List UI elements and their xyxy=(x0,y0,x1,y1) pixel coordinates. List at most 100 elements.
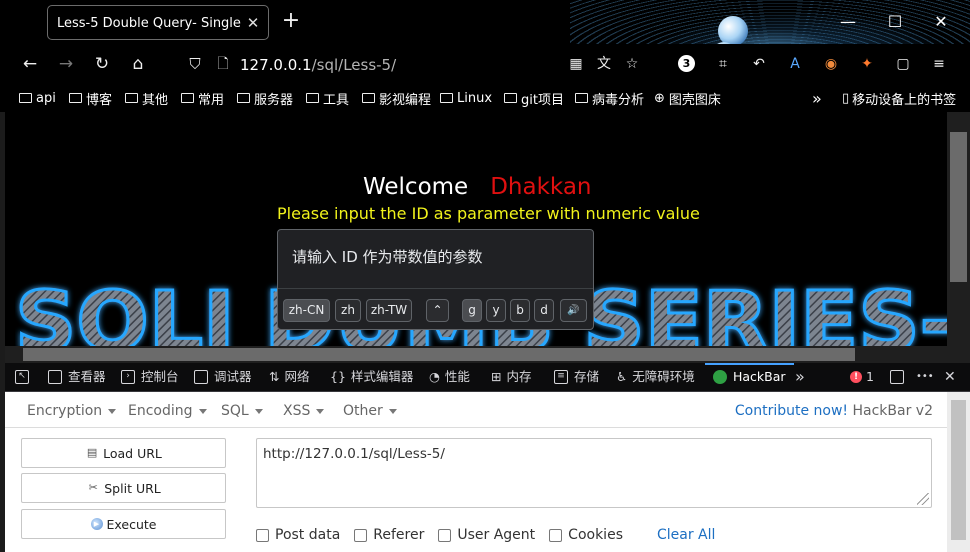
lang-zh-cn-button[interactable]: zh-CN xyxy=(283,299,330,322)
user-agent-checkbox[interactable]: User Agent xyxy=(438,527,535,543)
tabs-overflow-icon[interactable]: » xyxy=(795,363,805,391)
hackbar-scrollbar[interactable] xyxy=(947,392,970,552)
bookmark-malware-analysis[interactable]: 病毒分析 xyxy=(575,90,644,108)
lang-zh-tw-button[interactable]: zh-TW xyxy=(366,299,412,322)
url-path: /sql/Less-5/ xyxy=(311,56,397,74)
undo-icon[interactable]: ↶ xyxy=(748,53,770,75)
chevron-up-icon[interactable]: ⌃ xyxy=(426,299,449,322)
console-icon: › xyxy=(121,370,135,384)
qr-code-icon[interactable]: ▦ xyxy=(565,53,587,75)
translate-popup: 请输入 ID 作为带数值的参数 zh-CN zh zh-TW ⌃ g y b d… xyxy=(277,229,594,330)
bookmark-tools[interactable]: 工具 xyxy=(306,90,349,108)
folder-icon xyxy=(575,93,588,103)
page-horizontal-scrollbar[interactable] xyxy=(5,346,970,363)
tab-memory[interactable]: ⊞ 内存 xyxy=(491,363,532,391)
url-textarea[interactable]: http://127.0.0.1/sql/Less-5/ xyxy=(256,438,932,508)
bookmark-git-projects[interactable]: git项目 xyxy=(504,90,564,108)
tab-network[interactable]: ⇅ 网络 xyxy=(269,363,310,391)
dock-icon[interactable] xyxy=(890,363,910,391)
resize-grip-icon[interactable] xyxy=(917,493,929,505)
new-tab-button[interactable]: + xyxy=(280,10,302,32)
forward-arrow-icon[interactable]: → xyxy=(55,53,77,75)
menu-encoding[interactable]: Encoding xyxy=(128,403,207,419)
close-window-button[interactable]: ✕ xyxy=(929,10,953,34)
translator-extension-icon[interactable]: A xyxy=(784,53,806,75)
load-url-button[interactable]: ▤ Load URL xyxy=(21,438,226,468)
translated-text: 请输入 ID 作为带数值的参数 xyxy=(292,248,483,266)
tab-storage[interactable]: ≡ 存储 xyxy=(554,363,599,391)
extension-badge-icon[interactable]: 3 xyxy=(676,53,698,75)
speaker-icon[interactable]: 🔊 xyxy=(560,299,587,322)
shield-icon[interactable]: ⛉ xyxy=(184,53,206,75)
hackbar-panel: Encryption Encoding SQL XSS Other Contri… xyxy=(5,392,947,552)
folder-icon xyxy=(237,93,250,103)
menu-other[interactable]: Other xyxy=(343,403,397,419)
close-devtools-icon[interactable]: ✕ xyxy=(944,363,956,391)
bookmark-blog[interactable]: 博客 xyxy=(69,90,112,108)
split-url-button[interactable]: ✂ Split URL xyxy=(21,473,226,503)
caret-down-icon xyxy=(388,408,397,414)
menu-sql[interactable]: SQL xyxy=(221,403,263,419)
bookmark-linux[interactable]: Linux xyxy=(440,90,492,106)
extension-icon[interactable]: ▢ xyxy=(892,53,914,75)
error-icon: ! xyxy=(850,371,862,383)
tab-debugger[interactable]: 调试器 xyxy=(194,363,252,391)
tampermonkey-icon[interactable]: ◉ xyxy=(820,53,842,75)
referer-checkbox[interactable]: Referer xyxy=(354,527,424,543)
accessibility-icon: ♿ xyxy=(616,369,628,384)
welcome-name: Dhakkan xyxy=(490,174,592,200)
id-prompt: Please input the ID as parameter with nu… xyxy=(277,204,700,223)
bookmark-video-coding[interactable]: 影视编程 xyxy=(362,90,431,108)
tab-close-icon[interactable]: ✕ xyxy=(246,14,260,32)
bookmark-image-host[interactable]: ⊕ 图壳图床 xyxy=(654,90,721,108)
maximize-button[interactable]: ☐ xyxy=(883,10,907,34)
engine-bing-button[interactable]: b xyxy=(510,299,530,322)
engine-google-button[interactable]: g xyxy=(462,299,482,322)
bookmark-servers[interactable]: 服务器 xyxy=(237,90,293,108)
crop-icon[interactable]: ⌗ xyxy=(712,53,734,75)
clear-all-link[interactable]: Clear All xyxy=(657,527,715,543)
translate-icon[interactable]: 文 xyxy=(593,53,615,75)
back-arrow-icon[interactable]: ← xyxy=(19,53,41,75)
engine-deepl-button[interactable]: d xyxy=(534,299,554,322)
lang-zh-button[interactable]: zh xyxy=(335,299,361,322)
post-data-checkbox[interactable]: Post data xyxy=(256,527,340,543)
execute-button[interactable]: ▶ Execute xyxy=(21,509,226,539)
error-counter[interactable]: ! 1 xyxy=(850,363,874,391)
braces-icon: {} xyxy=(330,369,346,384)
tab-inspector[interactable]: 查看器 xyxy=(48,363,106,391)
bookmarks-overflow-icon[interactable]: » xyxy=(812,89,822,108)
element-picker-icon[interactable]: ↖ xyxy=(15,363,35,391)
menu-xss[interactable]: XSS xyxy=(283,403,325,419)
reload-icon[interactable]: ↻ xyxy=(91,53,113,75)
menu-encryption[interactable]: Encryption xyxy=(27,403,117,419)
url-bar[interactable]: 127.0.0.1/sql/Less-5/ xyxy=(240,56,396,74)
bookmark-common[interactable]: 常用 xyxy=(181,90,224,108)
globe-icon: ⊕ xyxy=(654,90,665,106)
page-vertical-scrollbar[interactable] xyxy=(947,112,970,346)
caret-down-icon xyxy=(316,408,325,414)
bookmark-api[interactable]: api xyxy=(19,90,56,106)
bookmark-other[interactable]: 其他 xyxy=(125,90,168,108)
contribute-link[interactable]: Contribute now! xyxy=(735,403,848,419)
tab-console[interactable]: › 控制台 xyxy=(121,363,179,391)
menu-icon[interactable]: ≡ xyxy=(928,53,950,75)
engine-youdao-button[interactable]: y xyxy=(486,299,506,322)
tab-hackbar[interactable]: HackBar xyxy=(705,363,794,391)
folder-icon xyxy=(181,93,194,103)
folder-icon xyxy=(19,93,32,103)
home-icon[interactable]: ⌂ xyxy=(127,53,149,75)
tab-accessibility[interactable]: ♿ 无障碍环境 xyxy=(616,363,695,391)
tab-performance[interactable]: ◔ 性能 xyxy=(429,363,470,391)
inspector-icon xyxy=(48,370,62,384)
cookies-checkbox[interactable]: Cookies xyxy=(549,527,623,543)
load-icon: ▤ xyxy=(86,446,98,459)
foxy-extension-icon[interactable]: ✦ xyxy=(856,53,878,75)
mobile-bookmarks[interactable]: ▯ 移动设备上的书签 xyxy=(842,90,956,108)
bookmark-star-icon[interactable]: ☆ xyxy=(621,53,643,75)
browser-tab[interactable]: Less-5 Double Query- Single Quotes- Stri… xyxy=(47,5,269,40)
minimize-button[interactable]: — xyxy=(836,10,860,34)
tab-style-editor[interactable]: {} 样式编辑器 xyxy=(330,363,413,391)
bookmarks-toolbar: api 博客 其他 常用 服务器 工具 影视编程 Linux git项目 病毒分… xyxy=(0,84,970,112)
more-options-icon[interactable]: ••• xyxy=(916,363,934,391)
